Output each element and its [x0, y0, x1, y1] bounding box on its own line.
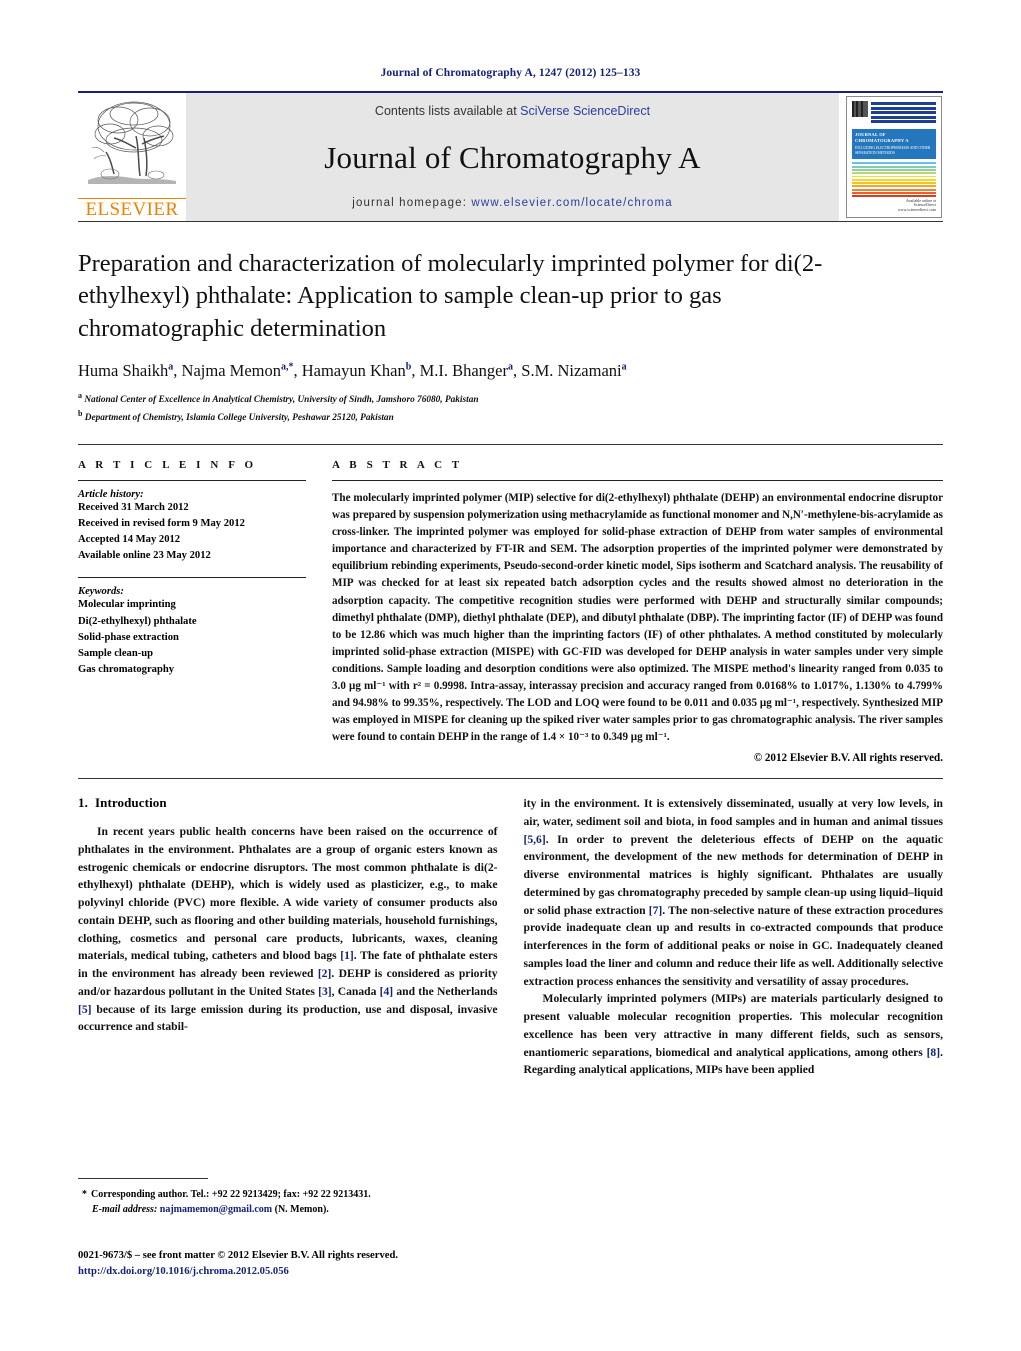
citation-reference[interactable]: [2]	[318, 967, 332, 980]
affiliation-a-mark: a	[78, 390, 82, 400]
issn-front-matter: 0021-9673/$ – see front matter © 2012 El…	[78, 1250, 398, 1261]
cover-banner: JOURNAL OF CHROMATOGRAPHY A INCLUDING EL…	[852, 129, 936, 160]
journal-title: Journal of Chromatography A	[324, 139, 701, 175]
citation-reference[interactable]: [5]	[78, 1003, 92, 1016]
article-history-group: Article history: Received 31 March 2012 …	[78, 489, 306, 564]
keywords-group: Keywords: Molecular imprinting Di(2-ethy…	[78, 586, 306, 677]
article-page: Journal of Chromatography A, 1247 (2012)…	[0, 0, 1021, 1351]
author-affiliation-marker: a,*	[280, 361, 294, 373]
affiliation-a: a National Center of Excellence in Analy…	[78, 390, 943, 408]
author-name: Huma Shaikh	[78, 360, 169, 380]
body-column-right: ity in the environment. It is extensivel…	[524, 795, 944, 1079]
affiliation-b-mark: b	[78, 409, 83, 419]
author-affiliation-marker: a	[621, 361, 627, 373]
author-name: , Hamayun Khan	[293, 360, 406, 380]
citation-reference[interactable]: [8]	[927, 1046, 941, 1059]
history-item: Accepted 14 May 2012	[78, 534, 181, 546]
journal-cover-block: JOURNAL OF CHROMATOGRAPHY A INCLUDING EL…	[839, 93, 943, 221]
keywords-rule	[78, 577, 306, 579]
citation-reference[interactable]: [1]	[340, 949, 354, 962]
masthead-center: Contents lists available at SciVerse Sci…	[186, 93, 839, 221]
cover-sciencedirect-url: www.sciencedirect.com	[897, 207, 936, 213]
email-address-label: E-mail address:	[92, 1204, 158, 1215]
issn-copyright-block: 0021-9673/$ – see front matter © 2012 El…	[78, 1248, 578, 1280]
abstract-copyright: © 2012 Elsevier B.V. All rights reserved…	[753, 752, 943, 765]
email-owner: (N. Memon).	[274, 1204, 329, 1215]
info-band-top-rule	[78, 444, 943, 446]
abstract-column: A B S T R A C T The molecularly imprinte…	[332, 459, 943, 764]
citation-reference[interactable]: [4]	[380, 985, 394, 998]
affiliation-b: b Department of Chemistry, Islamia Colle…	[78, 408, 943, 426]
article-info-column: A R T I C L E I N F O Article history: R…	[78, 459, 306, 764]
affiliation-b-text: Department of Chemistry, Islamia College…	[84, 413, 394, 424]
abstract-heading: A B S T R A C T	[332, 459, 463, 472]
intro-paragraph-right-2: Molecularly imprinted polymers (MIPs) ar…	[523, 992, 944, 1077]
cover-banner-subtitle: INCLUDING ELECTROPHORESIS AND OTHER SEPA…	[855, 146, 931, 155]
footnote-block: * Corresponding author. Tel.: +92 22 9213…	[78, 1178, 494, 1217]
author-name: , M.I. Bhanger	[411, 360, 509, 380]
keyword-item: Molecular imprinting	[78, 599, 176, 611]
contents-prefix: Contents lists available at	[374, 104, 521, 118]
doi-link[interactable]: http://dx.doi.org/10.1016/j.chroma.2012.…	[78, 1264, 578, 1280]
cover-qr-icon	[852, 101, 868, 117]
running-head: Journal of Chromatography A, 1247 (2012)…	[380, 67, 641, 79]
masthead-bottom-rule	[78, 221, 943, 222]
history-item: Received in revised form 9 May 2012	[78, 518, 245, 530]
body-column-left: 1. Introduction In recent years public he…	[78, 795, 498, 1079]
author-list: Huma Shaikh a , Najma Memona,*, Hamayun Kh…	[78, 361, 943, 381]
cover-banner-title: JOURNAL OF CHROMATOGRAPHY A	[855, 132, 909, 144]
abstract-rule	[332, 480, 943, 482]
citation-reference[interactable]: [5,6]	[524, 833, 546, 846]
corresponding-author-text: Corresponding author. Tel.: +92 22 92134…	[91, 1189, 371, 1200]
keywords-label: Keywords:	[78, 586, 124, 598]
section-heading-introduction: 1. Introduction	[78, 795, 498, 811]
footnote-rule	[78, 1178, 208, 1179]
corresponding-author-note: * Corresponding author. Tel.: +92 22 9213…	[78, 1187, 494, 1202]
journal-masthead: ELSEVIER Contents lists available at Sci…	[78, 93, 943, 221]
cover-sciencedirect-logo: Available online at ScienceDirect www.sc…	[897, 198, 936, 213]
intro-paragraph-right-1: ity in the environment. It is extensivel…	[523, 797, 944, 988]
affiliation-list: a National Center of Excellence in Analy…	[78, 390, 943, 426]
keyword-item: Di(2-ethylhexyl) phthalate	[78, 615, 197, 627]
section-number: 1.	[78, 795, 88, 811]
abstract-text: The molecularly imprinted polymer (MIP) …	[332, 492, 943, 744]
author-name: , Najma Memon	[173, 360, 281, 380]
keyword-item: Gas chromatography	[78, 663, 175, 675]
intro-paragraph-left: In recent years public health concerns h…	[78, 825, 498, 1034]
history-item: Received 31 March 2012	[78, 502, 189, 514]
email-note: E-mail address: najmamemon@gmail.com (N.…	[78, 1202, 494, 1217]
elsevier-tree-icon	[88, 101, 176, 184]
author-name: , S.M. Nizamani	[513, 360, 622, 380]
page-title: Preparation and characterization of mole…	[78, 250, 823, 342]
journal-homepage-link[interactable]: www.elsevier.com/locate/chroma	[471, 197, 672, 209]
elsevier-logo: ELSEVIER	[78, 93, 186, 221]
citation-reference[interactable]: [3]	[318, 985, 332, 998]
citation-reference[interactable]: [7]	[649, 904, 663, 917]
homepage-prefix: journal homepage:	[352, 197, 472, 209]
info-abstract-band: A R T I C L E I N F O Article history: R…	[78, 459, 943, 764]
affiliation-a-text: National Center of Excellence in Analyti…	[84, 395, 479, 406]
author-email-link[interactable]: najmamemon@gmail.com	[160, 1204, 272, 1215]
article-info-rule	[78, 480, 306, 482]
keyword-item: Sample clean-up	[78, 647, 154, 659]
cover-top-bars	[871, 101, 936, 127]
article-history-label: Article history:	[78, 489, 144, 501]
history-item: Available online 23 May 2012	[78, 550, 211, 562]
cover-color-stripes	[852, 162, 936, 198]
footnote-star-marker: *	[82, 1189, 87, 1200]
info-band-bottom-rule	[78, 778, 943, 780]
journal-homepage-line: journal homepage: www.elsevier.com/locat…	[352, 197, 672, 209]
article-info-heading: A R T I C L E I N F O	[78, 459, 257, 472]
sciverse-sciencedirect-link[interactable]: SciVerse ScienceDirect	[520, 104, 650, 118]
section-title: Introduction	[94, 795, 167, 811]
body-columns: 1. Introduction In recent years public he…	[78, 795, 943, 1079]
elsevier-wordmark: ELSEVIER	[78, 198, 186, 219]
journal-cover-thumbnail: JOURNAL OF CHROMATOGRAPHY A INCLUDING EL…	[846, 96, 942, 218]
contents-available-line: Contents lists available at SciVerse Sci…	[375, 104, 650, 118]
keyword-item: Solid-phase extraction	[78, 631, 179, 643]
